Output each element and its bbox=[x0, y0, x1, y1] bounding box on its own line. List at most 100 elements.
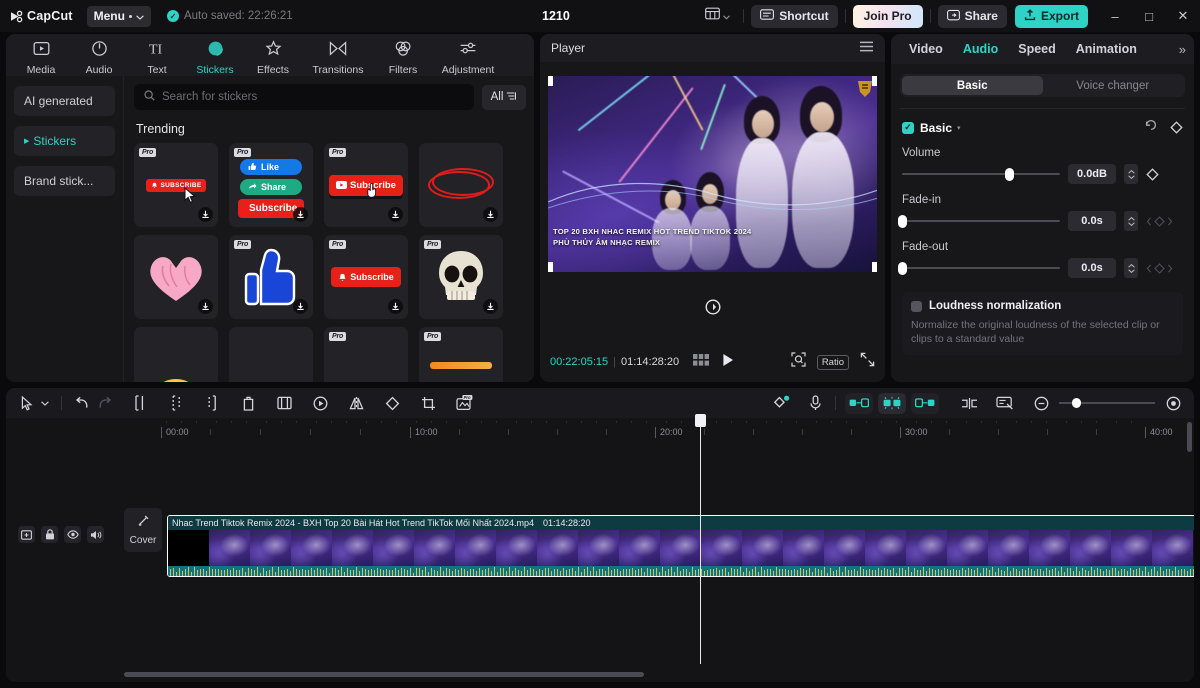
mirror-icon[interactable] bbox=[345, 392, 367, 414]
slider-knob[interactable] bbox=[1005, 168, 1014, 181]
remove-background-pro-icon[interactable]: Pro bbox=[453, 392, 475, 414]
lock-icon[interactable] bbox=[41, 526, 58, 543]
cover-button[interactable]: Cover bbox=[124, 508, 162, 552]
tab-filters[interactable]: Filters bbox=[374, 37, 432, 77]
close-button[interactable]: ✕ bbox=[1166, 0, 1200, 32]
export-button[interactable]: Export bbox=[1015, 5, 1088, 28]
crop-handle-top-left[interactable] bbox=[548, 76, 553, 86]
volume-value-input[interactable]: 0.0dB bbox=[1068, 164, 1116, 184]
tab-audio[interactable]: Audio bbox=[953, 42, 1008, 56]
slider-knob[interactable] bbox=[1072, 398, 1081, 408]
shortcut-button[interactable]: Shortcut bbox=[751, 5, 837, 28]
keyframe-icon[interactable] bbox=[1170, 121, 1183, 134]
sticker-cell-blushing-emoji[interactable] bbox=[134, 327, 218, 382]
snap-right-icon[interactable] bbox=[911, 393, 939, 414]
playhead-handle[interactable] bbox=[695, 414, 706, 427]
freeze-frame-icon[interactable] bbox=[273, 392, 295, 414]
fade-in-stepper[interactable] bbox=[1124, 211, 1138, 231]
basic-checkbox[interactable]: ✓ bbox=[902, 122, 914, 134]
share-button[interactable]: Share bbox=[938, 5, 1007, 28]
volume-slider[interactable] bbox=[902, 168, 1060, 180]
split-icon[interactable] bbox=[129, 392, 151, 414]
crop-icon[interactable] bbox=[417, 392, 439, 414]
menu-button[interactable]: Menu bbox=[87, 6, 151, 27]
slider-knob[interactable] bbox=[898, 262, 907, 275]
tab-audio[interactable]: Audio bbox=[70, 37, 128, 77]
timeline-horizontal-scrollbar[interactable] bbox=[124, 672, 644, 677]
sidebar-item-ai-generated[interactable]: AI generated bbox=[14, 86, 115, 116]
tab-speed[interactable]: Speed bbox=[1008, 42, 1066, 56]
sticker-cell-youtube-subscribe[interactable]: Pro Subscribe bbox=[324, 143, 408, 227]
play-button[interactable] bbox=[722, 353, 734, 372]
tab-transitions[interactable]: Transitions bbox=[302, 37, 374, 77]
fade-out-slider[interactable] bbox=[902, 262, 1060, 274]
search-input[interactable]: Search for stickers bbox=[134, 84, 474, 110]
subtab-voice-changer[interactable]: Voice changer bbox=[1043, 76, 1184, 95]
timeline-zoom-slider[interactable] bbox=[1059, 397, 1155, 409]
sticker-cell-red-ellipse[interactable] bbox=[419, 143, 503, 227]
undo-icon[interactable] bbox=[71, 392, 93, 414]
slider-knob[interactable] bbox=[898, 215, 907, 228]
delete-icon[interactable] bbox=[237, 392, 259, 414]
sticker-cell-skull[interactable]: Pro bbox=[419, 235, 503, 319]
add-track-icon[interactable] bbox=[18, 526, 35, 543]
download-button[interactable] bbox=[293, 299, 308, 314]
sticker-cell-pro-placeholder[interactable]: Pro bbox=[324, 327, 408, 382]
rotate-icon[interactable] bbox=[381, 392, 403, 414]
timeline-vertical-scrollbar[interactable] bbox=[1187, 422, 1192, 452]
crop-handle-bottom-left[interactable] bbox=[548, 262, 553, 272]
download-button[interactable] bbox=[293, 207, 308, 222]
frames-grid-icon[interactable] bbox=[693, 353, 709, 371]
fade-in-slider[interactable] bbox=[902, 215, 1060, 227]
fade-out-stepper[interactable] bbox=[1124, 258, 1138, 278]
collapse-caret-icon[interactable]: ▾ bbox=[957, 124, 961, 132]
fullscreen-icon[interactable] bbox=[860, 352, 875, 372]
sticker-cell-thumbs-up[interactable]: Pro bbox=[229, 235, 313, 319]
mute-icon[interactable] bbox=[87, 526, 104, 543]
sticker-cell-pink-heart[interactable] bbox=[134, 235, 218, 319]
snap-center-icon[interactable] bbox=[878, 393, 906, 414]
tab-stickers[interactable]: Stickers bbox=[186, 37, 244, 77]
download-button[interactable] bbox=[388, 299, 403, 314]
volume-stepper[interactable] bbox=[1124, 164, 1138, 184]
microphone-icon[interactable] bbox=[804, 392, 826, 414]
minimize-button[interactable]: – bbox=[1098, 0, 1132, 32]
sticker-cell-subscribe-bell[interactable]: Pro Subscribe bbox=[324, 235, 408, 319]
tab-video[interactable]: Video bbox=[899, 42, 953, 56]
tab-media[interactable]: Media bbox=[12, 37, 70, 77]
loudness-checkbox[interactable] bbox=[911, 301, 922, 312]
keyframe-icon[interactable] bbox=[770, 392, 792, 414]
sticker-cell-subscribe-badge[interactable]: Pro SUBSCRIBE bbox=[134, 143, 218, 227]
current-timecode[interactable]: 00:22:05:15 bbox=[550, 356, 608, 368]
crop-handle-top-right[interactable] bbox=[872, 76, 877, 86]
sticker-cell-explosion[interactable] bbox=[229, 327, 313, 382]
eye-icon[interactable] bbox=[64, 526, 81, 543]
zoom-fit-icon[interactable] bbox=[791, 352, 806, 372]
volume-keyframe-icon[interactable] bbox=[1146, 168, 1159, 181]
join-pro-button[interactable]: Join Pro bbox=[853, 5, 923, 28]
zoom-out-icon[interactable] bbox=[1030, 392, 1052, 414]
tab-adjustment[interactable]: Adjustment bbox=[432, 37, 504, 77]
expand-tabs-icon[interactable]: » bbox=[1179, 42, 1186, 57]
chevron-down-icon[interactable] bbox=[38, 392, 52, 414]
trim-left-icon[interactable] bbox=[165, 392, 187, 414]
snap-left-icon[interactable] bbox=[845, 393, 873, 414]
video-preview[interactable]: TOP 20 BXH NHAC REMIX HOT TREND TIKTOK 2… bbox=[548, 76, 877, 272]
tab-animation[interactable]: Animation bbox=[1066, 42, 1147, 56]
fade-in-value-input[interactable]: 0.0s bbox=[1068, 211, 1116, 231]
sticker-cell-social-stack[interactable]: Pro Like Share Subscribe bbox=[229, 143, 313, 227]
playhead[interactable] bbox=[700, 418, 701, 664]
download-button[interactable] bbox=[388, 207, 403, 222]
redo-icon[interactable] bbox=[93, 392, 115, 414]
split-link-icon[interactable] bbox=[958, 392, 980, 414]
subtab-basic[interactable]: Basic bbox=[902, 76, 1043, 95]
timeline-ruler[interactable]: 00:00 10:00 20:00 30:00 40:00 bbox=[6, 418, 1194, 440]
layout-switch-button[interactable] bbox=[699, 5, 736, 27]
player-menu-icon[interactable] bbox=[859, 39, 874, 57]
download-button[interactable] bbox=[483, 299, 498, 314]
replay-button[interactable] bbox=[540, 299, 885, 315]
trim-right-icon[interactable] bbox=[201, 392, 223, 414]
download-button[interactable] bbox=[198, 207, 213, 222]
sidebar-item-brand-stickers[interactable]: Brand stick... bbox=[14, 166, 115, 196]
reverse-icon[interactable] bbox=[309, 392, 331, 414]
